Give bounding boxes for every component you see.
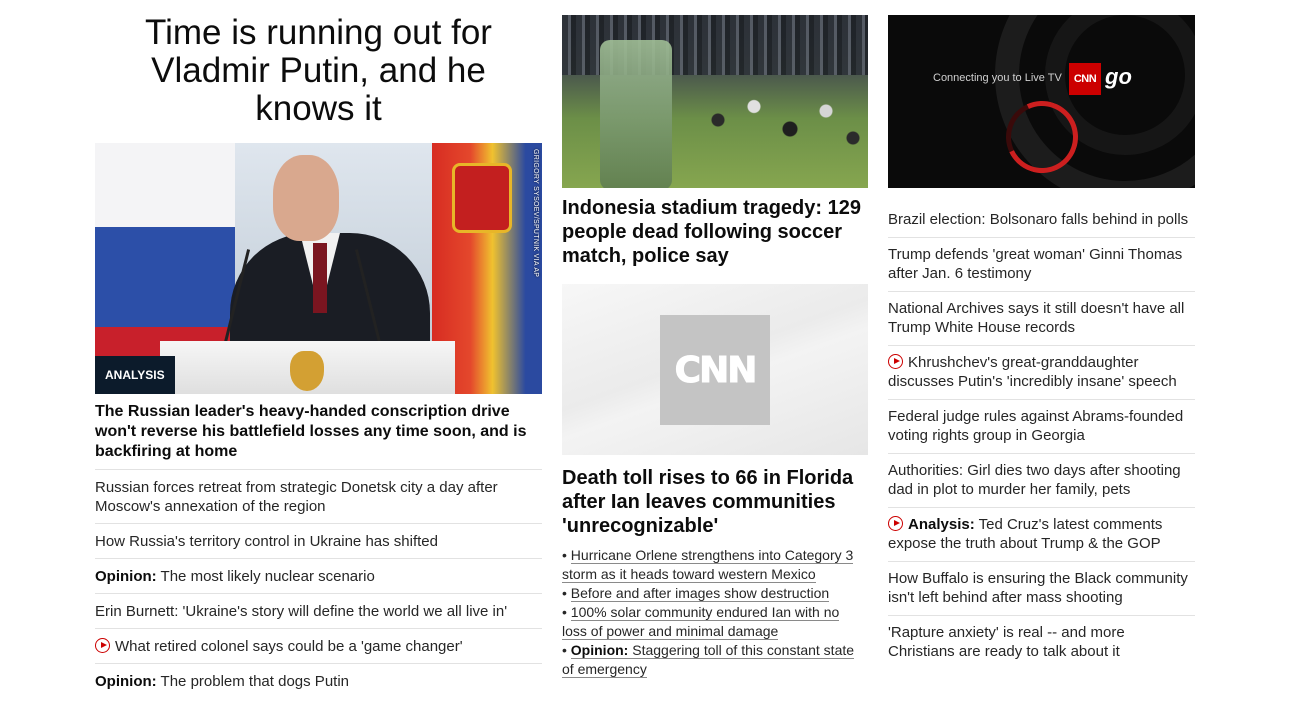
lead-story-image[interactable]: GRIGORY SYSOEV/SPUTNIK VIA AP ANALYSIS [95, 143, 542, 394]
link-text[interactable]: Trump defends 'great woman' Ginni Thomas… [888, 246, 1182, 282]
link-text[interactable]: How Buffalo is ensuring the Black commun… [888, 570, 1188, 606]
lead-related-links: Russian forces retreat from strategic Do… [95, 469, 542, 698]
podium-seal-icon [290, 351, 324, 391]
list-item[interactable]: How Russia's territory control in Ukrain… [95, 523, 542, 558]
headline-list: Brazil election: Bolsonaro falls behind … [888, 208, 1195, 669]
link-text[interactable]: Before and after images show destruction [570, 585, 830, 602]
lead-summary[interactable]: The Russian leader's heavy-handed conscr… [95, 402, 542, 469]
link-text[interactable]: What retired colonel says could be a 'ga… [115, 638, 463, 655]
link-text[interactable]: Authorities: Girl dies two days after sh… [888, 462, 1181, 498]
list-item[interactable]: 'Rapture anxiety' is real -- and more Ch… [888, 616, 1195, 669]
hurricane-related-links: • Hurricane Orlene strengthens into Cate… [562, 546, 868, 679]
hurricane-story-image[interactable]: CNN [562, 284, 868, 455]
link-label[interactable]: Opinion: [571, 642, 629, 658]
cnn-logo-icon: CNN [1069, 63, 1101, 95]
link-text[interactable]: Hurricane Orlene strengthens into Catego… [562, 547, 854, 583]
photo-credit: GRIGORY SYSOEV/SPUTNIK VIA AP [532, 149, 539, 278]
live-tv-player[interactable]: Connecting you to Live TV CNN go [888, 15, 1195, 188]
link-text[interactable]: The most likely nuclear scenario [157, 568, 375, 585]
list-item[interactable]: Khrushchev's great-granddaughter discuss… [888, 346, 1195, 400]
list-item[interactable]: Brazil election: Bolsonaro falls behind … [888, 208, 1195, 238]
list-item[interactable]: Erin Burnett: 'Ukraine's story will defi… [95, 593, 542, 628]
link-text[interactable]: National Archives says it still doesn't … [888, 300, 1184, 336]
play-video-icon [888, 516, 903, 531]
link-text[interactable]: How Russia's territory control in Ukrain… [95, 533, 438, 550]
list-item[interactable]: • Opinion: Staggering toll of this const… [562, 641, 868, 679]
list-item[interactable]: What retired colonel says could be a 'ga… [95, 628, 542, 663]
link-label[interactable]: Analysis: [908, 516, 975, 533]
lead-story-column: Time is running out for Vladmir Putin, a… [95, 0, 542, 698]
list-item[interactable]: Federal judge rules against Abrams-found… [888, 400, 1195, 454]
link-text[interactable]: Russian forces retreat from strategic Do… [95, 479, 498, 515]
stadium-headline[interactable]: Indonesia stadium tragedy: 129 people de… [562, 196, 868, 268]
play-video-icon [95, 638, 110, 653]
link-label[interactable]: Opinion: [95, 673, 157, 690]
secondary-stories-column: Indonesia stadium tragedy: 129 people de… [562, 0, 868, 679]
play-video-icon [888, 354, 903, 369]
link-label[interactable]: Opinion: [95, 568, 157, 585]
list-item[interactable]: National Archives says it still doesn't … [888, 292, 1195, 346]
link-text[interactable]: Federal judge rules against Abrams-found… [888, 408, 1183, 444]
stadium-story-image[interactable] [562, 15, 868, 188]
list-item[interactable]: Authorities: Girl dies two days after sh… [888, 454, 1195, 508]
link-text[interactable]: 100% solar community endured Ian with no… [562, 604, 840, 640]
connecting-text: Connecting you to Live TV [933, 72, 1062, 84]
list-item[interactable]: Russian forces retreat from strategic Do… [95, 469, 542, 523]
link-text[interactable]: The problem that dogs Putin [157, 673, 349, 690]
hurricane-headline[interactable]: Death toll rises to 66 in Florida after … [562, 466, 868, 538]
list-item[interactable]: How Buffalo is ensuring the Black commun… [888, 562, 1195, 616]
list-item[interactable]: • Before and after images show destructi… [562, 584, 868, 603]
cnn-logo-icon: CNN [660, 315, 770, 425]
list-item[interactable]: Opinion: The problem that dogs Putin [95, 663, 542, 698]
list-item[interactable]: Trump defends 'great woman' Ginni Thomas… [888, 238, 1195, 292]
list-item[interactable]: • Hurricane Orlene strengthens into Cate… [562, 546, 868, 584]
riot-shield [600, 40, 672, 188]
headlines-column: Connecting you to Live TV CNN go Brazil … [888, 0, 1195, 669]
coat-of-arms-icon [452, 163, 512, 233]
link-text[interactable]: 'Rapture anxiety' is real -- and more Ch… [888, 624, 1125, 660]
list-item[interactable]: Opinion: The most likely nuclear scenari… [95, 558, 542, 593]
link-text[interactable]: Brazil election: Bolsonaro falls behind … [888, 211, 1188, 228]
list-item[interactable]: • 100% solar community endured Ian with … [562, 603, 868, 641]
cnn-go-logo: go [1105, 64, 1132, 89]
lead-headline[interactable]: Time is running out for Vladmir Putin, a… [95, 14, 542, 128]
list-item[interactable]: Analysis: Ted Cruz's latest comments exp… [888, 508, 1195, 562]
analysis-badge: ANALYSIS [95, 356, 175, 394]
link-text[interactable]: Erin Burnett: 'Ukraine's story will defi… [95, 603, 507, 620]
link-text[interactable]: Khrushchev's great-granddaughter discuss… [888, 354, 1177, 390]
